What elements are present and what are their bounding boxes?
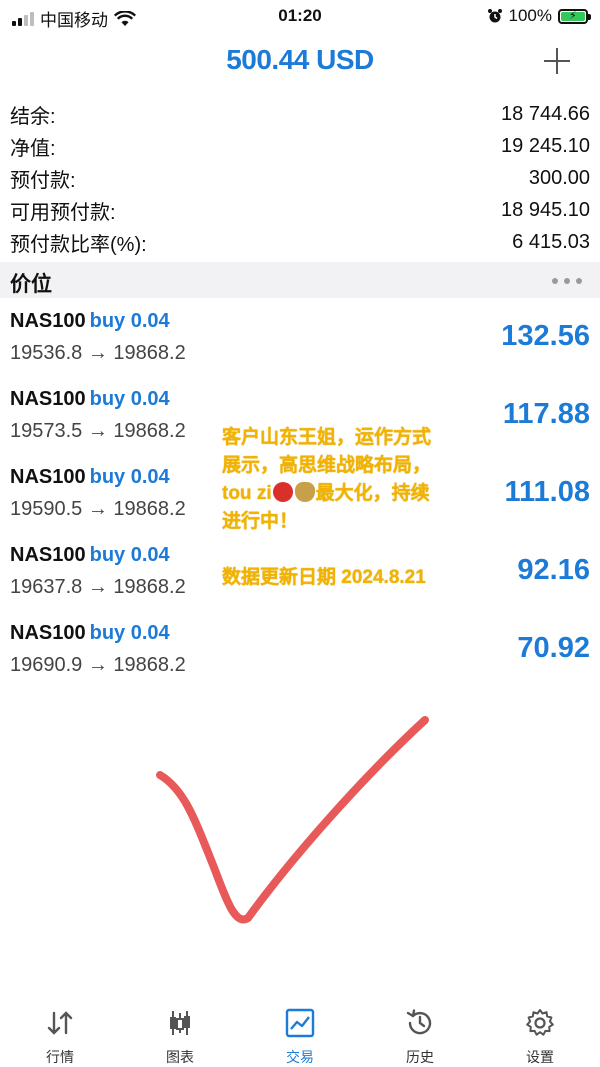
position-symbol: NAS100 xyxy=(10,388,86,410)
position-prices: 19637.8 → 19868.2 xyxy=(10,576,186,598)
plus-icon[interactable] xyxy=(542,46,572,76)
position-symbol-line: NAS100 buy 0.04 xyxy=(10,388,170,411)
overlay-line: tou zi 最大化，持续 xyxy=(222,480,492,508)
summary-value: 19 245.10 xyxy=(501,134,590,157)
summary-value: 18 744.66 xyxy=(501,102,590,125)
account-summary: 结余: 18 744.66 净值: 19 245.10 预付款: 300.00 … xyxy=(0,98,600,258)
summary-row-margin: 预付款: 300.00 xyxy=(0,162,600,194)
header: 500.44 USD xyxy=(0,38,600,86)
position-symbol-line: NAS100 buy 0.04 xyxy=(10,310,170,333)
position-profit: 92.16 xyxy=(517,554,590,586)
summary-label: 预付款: xyxy=(10,169,76,192)
tab-label: 历史 xyxy=(406,1049,434,1065)
summary-row-free-margin: 可用预付款: 18 945.10 xyxy=(0,194,600,226)
history-clock-icon xyxy=(406,1009,432,1035)
summary-value: 300.00 xyxy=(528,166,590,189)
overlay-text: tou zi xyxy=(222,483,272,504)
overlay-date: 数据更新日期 2024.8.21 xyxy=(222,567,426,588)
battery-percent: 100% xyxy=(508,6,552,25)
tab-trade[interactable]: 交易 xyxy=(240,995,360,1067)
position-profit: 111.08 xyxy=(504,476,591,508)
balance-title: 500.44 USD xyxy=(226,44,374,75)
tab-label: 交易 xyxy=(286,1049,314,1065)
trade-chart-icon xyxy=(285,1008,315,1038)
overlay-line: 客户山东王姐，运作方式 xyxy=(222,427,432,448)
position-symbol: NAS100 xyxy=(10,544,86,566)
battery-icon: ⚡ xyxy=(558,8,591,24)
position-symbol-line: NAS100 buy 0.04 xyxy=(10,544,170,567)
position-direction: buy 0.04 xyxy=(89,310,170,332)
tab-bar: 行情 图表 交易 历史 设置 xyxy=(0,995,600,1067)
overlay-line: 进行中！ xyxy=(222,511,299,532)
summary-label: 净值: xyxy=(10,137,56,160)
position-symbol: NAS100 xyxy=(10,622,86,644)
position-symbol: NAS100 xyxy=(10,466,86,488)
position-direction: buy 0.04 xyxy=(89,622,170,644)
position-symbol: NAS100 xyxy=(10,310,86,332)
position-prices: 19573.5 → 19868.2 xyxy=(10,420,186,442)
de-emoji-icon xyxy=(272,482,293,502)
list-item[interactable]: NAS100 buy 0.04 19690.9 → 19868.2 70.92 xyxy=(0,612,600,690)
more-dots-icon[interactable] xyxy=(552,278,582,284)
overlay-annotation: 客户山东王姐，运作方式 展示，高思维战略布局， tou zi 最大化，持续 进行中… xyxy=(222,424,492,536)
tab-label: 设置 xyxy=(526,1049,554,1065)
quotes-arrows-icon xyxy=(47,1011,73,1035)
alarm-clock-icon xyxy=(487,9,502,23)
position-direction: buy 0.04 xyxy=(89,388,170,410)
summary-row-margin-level: 预付款比率(%): 6 415.03 xyxy=(0,226,600,258)
summary-value: 6 415.03 xyxy=(512,230,590,253)
list-item[interactable]: NAS100 buy 0.04 19536.8 → 19868.2 132.56 xyxy=(0,300,600,378)
overlay-line: 展示，高思维战略布局， xyxy=(222,455,432,476)
tab-quotes[interactable]: 行情 xyxy=(0,995,120,1067)
tab-history[interactable]: 历史 xyxy=(360,995,480,1067)
position-profit: 132.56 xyxy=(501,320,590,352)
overlay-text: 最大化，持续 xyxy=(315,483,430,504)
summary-row-balance: 结余: 18 744.66 xyxy=(0,98,600,130)
status-right: 100% ⚡ xyxy=(487,6,591,26)
settings-gear-icon xyxy=(526,1009,554,1036)
summary-value: 18 945.10 xyxy=(501,198,590,221)
tab-settings[interactable]: 设置 xyxy=(480,995,600,1067)
position-prices: 19690.9 → 19868.2 xyxy=(10,654,186,676)
positions-section-header: 价位 xyxy=(0,262,600,298)
section-title: 价位 xyxy=(10,273,52,296)
summary-label: 预付款比率(%): xyxy=(10,233,147,256)
tab-label: 图表 xyxy=(166,1049,194,1065)
position-direction: buy 0.04 xyxy=(89,466,170,488)
tab-chart[interactable]: 图表 xyxy=(120,995,240,1067)
summary-label: 可用预付款: xyxy=(10,201,116,224)
position-profit: 117.88 xyxy=(502,398,590,430)
status-bar: 中国移动 01:20 100% ⚡ xyxy=(0,0,600,32)
candlestick-chart-icon xyxy=(170,1011,190,1035)
position-prices: 19536.8 → 19868.2 xyxy=(10,342,186,364)
position-prices: 19590.5 → 19868.2 xyxy=(10,498,186,520)
summary-row-equity: 净值: 19 245.10 xyxy=(0,130,600,162)
position-direction: buy 0.04 xyxy=(89,544,170,566)
position-profit: 70.92 xyxy=(517,632,590,664)
money-bag-emoji-icon xyxy=(294,482,315,502)
position-symbol-line: NAS100 buy 0.04 xyxy=(10,622,170,645)
tab-label: 行情 xyxy=(46,1049,74,1065)
summary-label: 结余: xyxy=(10,105,56,128)
position-symbol-line: NAS100 buy 0.04 xyxy=(10,466,170,489)
